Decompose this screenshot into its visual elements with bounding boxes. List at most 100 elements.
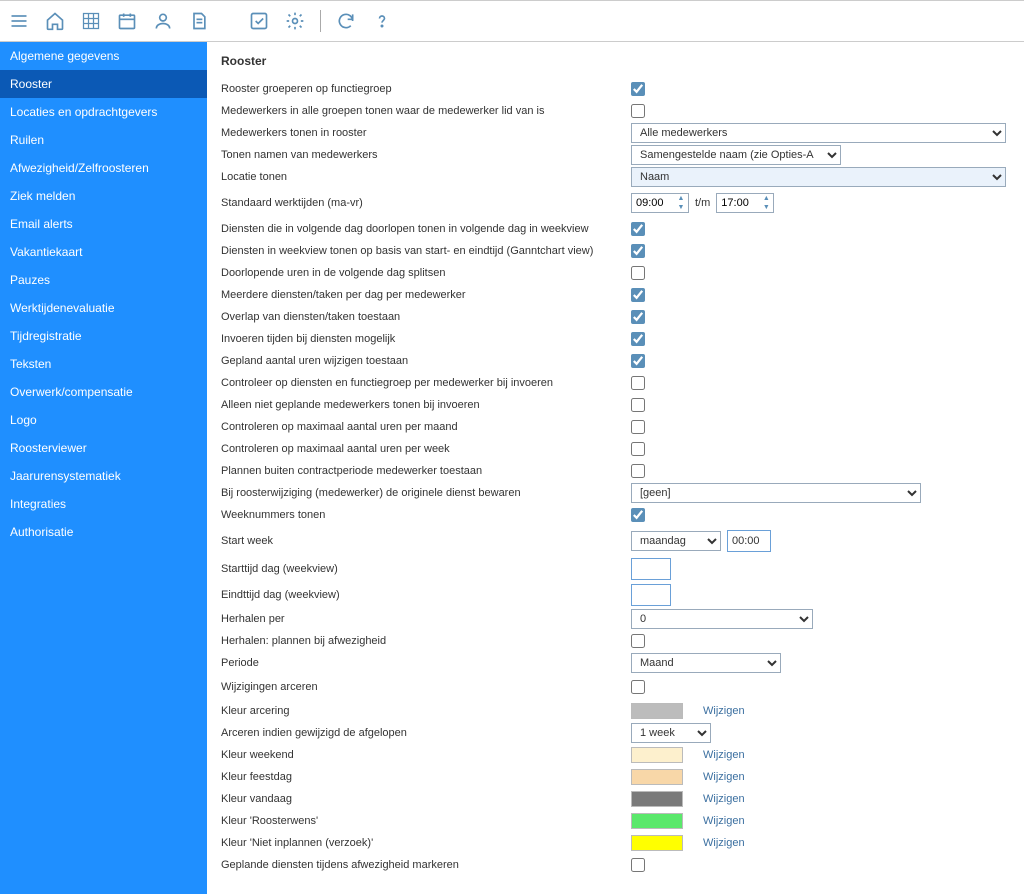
select-l18[interactable]: [geen] <box>631 483 921 503</box>
change-color-link[interactable]: Wijzigen <box>703 837 745 849</box>
change-color-link[interactable]: Wijzigen <box>703 749 745 761</box>
checkbox-l17[interactable] <box>631 464 645 478</box>
sidebar-item-17[interactable]: Authorisatie <box>0 518 207 546</box>
sidebar-item-10[interactable]: Tijdregistratie <box>0 322 207 350</box>
checkbox-l24[interactable] <box>631 634 645 648</box>
sidebar-item-1[interactable]: Rooster <box>0 70 207 98</box>
field-label: Bij roosterwijziging (medewerker) de ori… <box>221 487 631 499</box>
field-label: Eindttijd dag (weekview) <box>221 589 631 601</box>
grid-icon[interactable] <box>80 10 102 32</box>
field-label: Doorlopende uren in de volgende dag spli… <box>221 267 631 279</box>
sidebar-item-6[interactable]: Email alerts <box>0 210 207 238</box>
sidebar-item-3[interactable]: Ruilen <box>0 126 207 154</box>
checkbox-l7[interactable] <box>631 244 645 258</box>
sidebar-item-4[interactable]: Afwezigheid/Zelfroosteren <box>0 154 207 182</box>
field-label: Kleur feestdag <box>221 771 631 783</box>
through-label: t/m <box>695 197 710 209</box>
home-icon[interactable] <box>44 10 66 32</box>
checkbox-l11[interactable] <box>631 332 645 346</box>
sidebar-item-9[interactable]: Werktijdenevaluatie <box>0 294 207 322</box>
input-starttijd[interactable] <box>631 558 671 580</box>
field-label: Wijzigingen arceren <box>221 681 631 693</box>
field-label: Locatie tonen <box>221 171 631 183</box>
document-icon[interactable] <box>188 10 210 32</box>
field-label: Medewerkers tonen in rooster <box>221 127 631 139</box>
field-label: Invoeren tijden bij diensten mogelijk <box>221 333 631 345</box>
checkbox-l6[interactable] <box>631 222 645 236</box>
change-color-link[interactable]: Wijzigen <box>703 793 745 805</box>
checkbox-l26[interactable] <box>631 680 645 694</box>
select-l2[interactable]: Alle medewerkers <box>631 123 1006 143</box>
checkbox-l10[interactable] <box>631 310 645 324</box>
select-l4[interactable]: Naam <box>631 167 1006 187</box>
color-swatch-arcering <box>631 703 683 719</box>
sidebar-item-8[interactable]: Pauzes <box>0 266 207 294</box>
sidebar-item-2[interactable]: Locaties en opdrachtgevers <box>0 98 207 126</box>
sidebar-item-12[interactable]: Overwerk/compensatie <box>0 378 207 406</box>
field-label: Kleur weekend <box>221 749 631 761</box>
checkbox-l1[interactable] <box>631 104 645 118</box>
sidebar-item-16[interactable]: Integraties <box>0 490 207 518</box>
refresh-icon[interactable] <box>335 10 357 32</box>
field-label: Meerdere diensten/taken per dag per mede… <box>221 289 631 301</box>
checkbox-l19[interactable] <box>631 508 645 522</box>
select-arceren-periode[interactable]: 1 week <box>631 723 711 743</box>
input-eindtijd[interactable] <box>631 584 671 606</box>
field-label: Kleur 'Roosterwens' <box>221 815 631 827</box>
checkbox-l16[interactable] <box>631 442 645 456</box>
select-startweek-day[interactable]: maandag <box>631 531 721 551</box>
sidebar-item-0[interactable]: Algemene gegevens <box>0 42 207 70</box>
field-label: Kleur arcering <box>221 705 631 717</box>
field-label: Kleur vandaag <box>221 793 631 805</box>
field-label: Geplande diensten tijdens afwezigheid ma… <box>221 859 631 871</box>
sidebar-item-14[interactable]: Roosterviewer <box>0 434 207 462</box>
checkbox-l8[interactable] <box>631 266 645 280</box>
input-startweek-time[interactable] <box>727 530 771 552</box>
color-swatch-nietinplannen <box>631 835 683 851</box>
checkbox-l15[interactable] <box>631 420 645 434</box>
gear-icon[interactable] <box>284 10 306 32</box>
checkbox-l12[interactable] <box>631 354 645 368</box>
color-swatch-roosterwens <box>631 813 683 829</box>
settings-panel: Rooster Rooster groeperen op functiegroe… <box>207 42 1024 894</box>
sidebar-item-7[interactable]: Vakantiekaart <box>0 238 207 266</box>
time-end-spinner[interactable]: ▲▼ <box>716 193 774 213</box>
sidebar-item-5[interactable]: Ziek melden <box>0 182 207 210</box>
sidebar-item-13[interactable]: Logo <box>0 406 207 434</box>
sidebar-item-11[interactable]: Teksten <box>0 350 207 378</box>
checkbox-l13[interactable] <box>631 376 645 390</box>
user-icon[interactable] <box>152 10 174 32</box>
field-label: Gepland aantal uren wijzigen toestaan <box>221 355 631 367</box>
checkbox-l14[interactable] <box>631 398 645 412</box>
checkbox-l9[interactable] <box>631 288 645 302</box>
select-herhalen[interactable]: 0 <box>631 609 813 629</box>
toolbar <box>0 0 1024 42</box>
panel-heading: Rooster <box>221 54 1006 68</box>
check-icon[interactable] <box>248 10 270 32</box>
field-label: Controleren op maximaal aantal uren per … <box>221 421 631 433</box>
calendar-icon[interactable] <box>116 10 138 32</box>
field-label: Diensten in weekview tonen op basis van … <box>221 245 631 257</box>
select-l3[interactable]: Samengestelde naam (zie Opties-A <box>631 145 841 165</box>
change-color-link[interactable]: Wijzigen <box>703 815 745 827</box>
sidebar-item-15[interactable]: Jaarurensystematiek <box>0 462 207 490</box>
color-swatch-weekend <box>631 747 683 763</box>
sidebar: Algemene gegevensRoosterLocaties en opdr… <box>0 42 207 894</box>
field-label: Medewerkers in alle groepen tonen waar d… <box>221 105 631 117</box>
change-color-link[interactable]: Wijzigen <box>703 771 745 783</box>
checkbox-l0[interactable] <box>631 82 645 96</box>
field-label: Controleren op maximaal aantal uren per … <box>221 443 631 455</box>
field-label: Plannen buiten contractperiode medewerke… <box>221 465 631 477</box>
select-periode[interactable]: Maand <box>631 653 781 673</box>
change-color-link[interactable]: Wijzigen <box>703 705 745 717</box>
menu-icon[interactable] <box>8 10 30 32</box>
checkbox-l34[interactable] <box>631 858 645 872</box>
field-label: Kleur 'Niet inplannen (verzoek)' <box>221 837 631 849</box>
color-swatch-vandaag <box>631 791 683 807</box>
help-icon[interactable] <box>371 10 393 32</box>
field-label: Controleer op diensten en functiegroep p… <box>221 377 631 389</box>
separator <box>320 10 321 32</box>
time-start-spinner[interactable]: ▲▼ <box>631 193 689 213</box>
field-label: Herhalen: plannen bij afwezigheid <box>221 635 631 647</box>
field-label: Periode <box>221 657 631 669</box>
